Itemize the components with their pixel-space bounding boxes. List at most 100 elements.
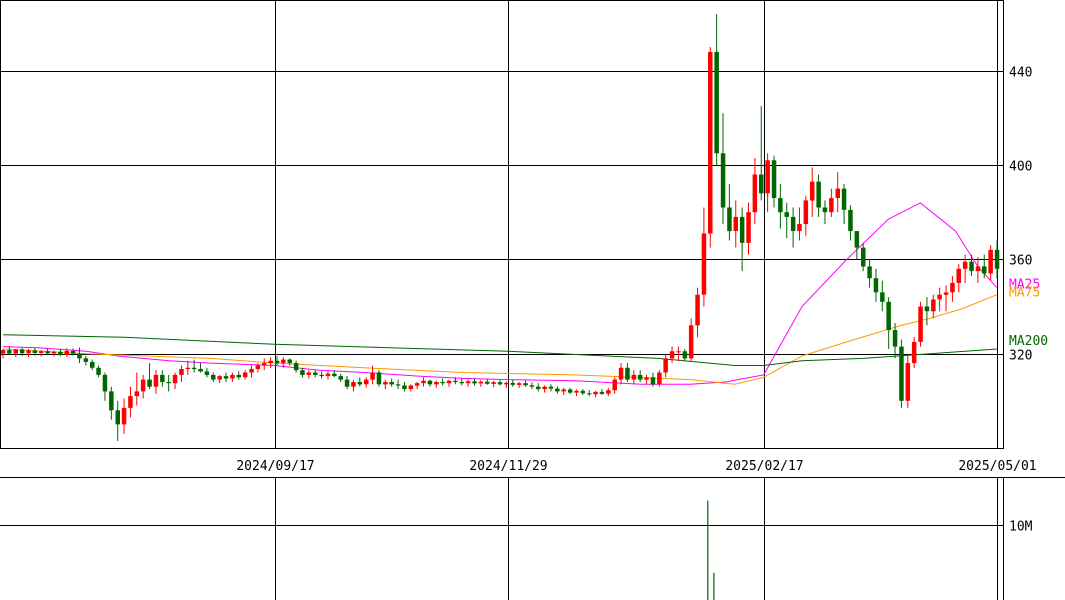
candle-body [669,351,675,359]
legend-label-ma75: MA75 [1009,286,1040,301]
candle-body [121,407,127,425]
candle-body [593,391,598,395]
candle-body [542,386,547,390]
candle-body [64,350,69,355]
candle-body [982,266,987,274]
candle-body [185,367,191,369]
candle-body [650,377,656,385]
candle-body [625,367,630,380]
candle-body [752,174,758,213]
candle-body [504,382,509,385]
candle-body [943,292,949,295]
candle-body [109,391,114,411]
candle-body [497,382,503,385]
candle-body [223,376,229,379]
candle-body [523,383,528,386]
candle-body [325,373,331,377]
candle-body [32,350,38,353]
candle-body [453,380,458,382]
candle-body [293,363,299,371]
candle-body [96,367,101,375]
candle-body [421,380,426,384]
candle-body [790,216,796,231]
stock-chart: 320360400440 MA25MA75MA200 2024/09/17 202… [0,0,1065,600]
candle-body [599,391,605,394]
candle-body [395,384,401,386]
candle-body [867,266,872,279]
date-tick-label: 2024/11/29 [469,459,547,474]
candle-body [268,360,273,364]
candle-body [644,377,649,380]
candle-body [727,207,732,232]
candle-body [918,306,923,342]
candle-body [548,386,554,389]
candle-body [351,382,356,387]
candle-body [708,51,713,234]
candle-body [695,294,700,326]
candle-body [816,181,821,208]
candle-body [287,359,292,364]
candle-body [733,216,738,231]
candle-body [472,381,477,384]
candle-body [561,389,566,392]
candle-body [580,390,586,394]
candle [899,339,904,408]
candle-body [478,381,484,384]
candle-body [338,376,343,380]
candle [376,370,382,387]
candle-body [848,209,853,232]
candle-body [873,278,879,293]
candle-body [179,369,184,375]
candle-body [485,381,490,384]
candle-body [58,351,63,355]
candle-body [835,188,840,198]
candle-body [90,361,95,368]
candle-body [803,200,809,224]
candle-body [746,212,751,243]
candle-body [402,385,407,389]
candle-body [810,181,815,201]
candle-body [854,231,860,248]
candle-body [115,410,120,425]
candle-body [319,374,324,377]
candle-body [892,330,898,347]
date-tick-label: 2025/05/01 [958,459,1036,474]
candle-body [701,233,707,295]
candle-body [880,292,885,302]
candle-body [408,385,414,389]
candle-body [765,160,770,194]
candle-body [778,198,783,213]
candle-body [77,353,82,359]
candle-body [70,350,76,354]
candle-body [414,383,420,386]
candle-body [714,51,719,154]
candle-body [306,372,312,375]
candle-body [759,174,764,194]
candle-body [618,367,624,380]
candle-body [529,385,535,387]
candle-body [937,294,942,300]
candle-body [822,207,828,213]
date-tick-label: 2025/02/17 [725,459,803,474]
candle-body [134,391,140,397]
candle-body [357,382,363,385]
price-tick-label: 360 [1009,254,1032,269]
candle-body [389,382,394,385]
candle-body [612,379,617,391]
candle-body [39,351,44,353]
volume-tick-label: 10M [1009,520,1033,535]
candle-body [140,379,146,392]
candle-body [797,224,802,232]
candle-body [7,350,12,354]
candle-body [771,160,777,198]
candle-body [606,390,611,394]
candle-body [191,367,197,369]
candle-body [886,301,891,331]
candle-body [383,382,388,385]
candle-body [924,306,930,312]
candle-body [682,351,688,359]
candle-body [637,374,643,380]
candle-body [950,282,955,293]
candle-body [969,261,974,272]
candle-body [204,371,210,375]
